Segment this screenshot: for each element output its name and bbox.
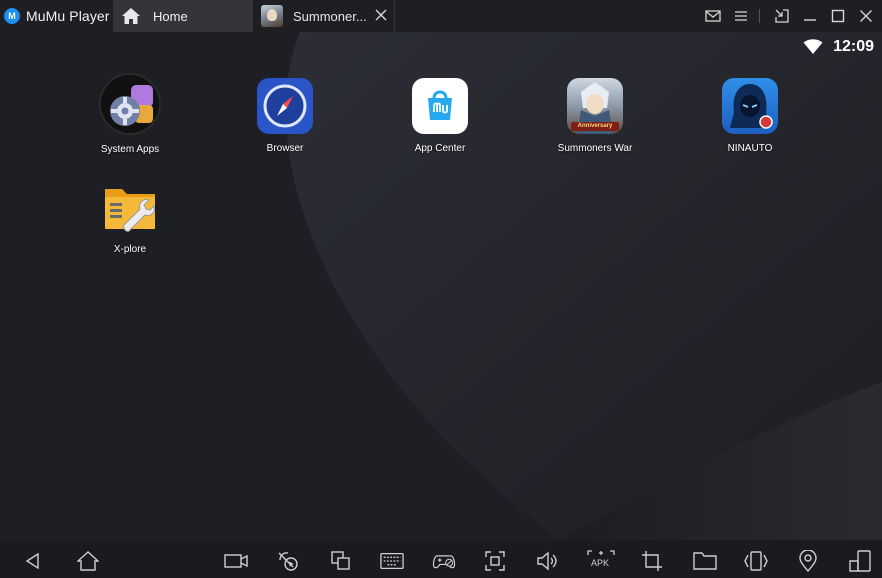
rotate-icon[interactable]	[848, 549, 872, 573]
wifi-icon	[803, 39, 823, 55]
maximize-icon[interactable]	[826, 0, 850, 32]
mini-mode-icon[interactable]	[770, 0, 794, 32]
folder-wrench-icon	[102, 179, 158, 235]
tab-home-label: Home	[153, 8, 188, 24]
tab-home[interactable]: Home	[113, 0, 253, 32]
app-brand: M MuMu Player	[0, 0, 113, 32]
app-label: X-plore	[113, 244, 147, 255]
close-window-icon[interactable]	[854, 0, 878, 32]
status-clock: 12:09	[833, 38, 874, 55]
record-video-icon[interactable]	[224, 549, 248, 573]
location-icon[interactable]	[796, 549, 820, 573]
app-label: App Center	[414, 143, 466, 154]
app-label: Summoners War	[557, 143, 633, 154]
gamepad-icon[interactable]	[432, 549, 456, 573]
fullscreen-icon[interactable]	[483, 549, 507, 573]
menu-icon[interactable]	[729, 0, 753, 32]
anniversary-badge: Anniversary	[577, 123, 613, 129]
app-x-plore[interactable]: X-plore	[70, 179, 190, 255]
tab-summoners-war[interactable]: Summoner...	[253, 0, 395, 32]
game-portrait-icon: Anniversary	[567, 78, 623, 134]
compass-icon	[257, 78, 313, 134]
folder-icon[interactable]	[693, 549, 717, 573]
app-label: Browser	[266, 143, 304, 154]
minimize-icon[interactable]	[798, 0, 822, 32]
install-apk-icon[interactable]: APK	[587, 549, 615, 573]
app-title: MuMu Player	[26, 8, 110, 24]
window-controls-divider	[759, 9, 760, 23]
back-icon[interactable]	[21, 549, 45, 573]
settings-gear-icon	[99, 73, 161, 135]
status-bar: 12:09	[803, 38, 874, 56]
shopping-bag-icon	[412, 78, 468, 134]
crop-icon[interactable]	[640, 549, 664, 573]
summoners-war-thumbnail-icon	[261, 5, 283, 27]
home-icon[interactable]	[76, 549, 100, 573]
apk-label: APK	[591, 558, 610, 568]
shake-icon[interactable]	[744, 549, 768, 573]
window-controls	[697, 0, 882, 32]
app-browser[interactable]: Browser	[225, 78, 345, 154]
title-bar: M MuMu Player Home Summoner...	[0, 0, 882, 32]
app-summoners-war[interactable]: Anniversary Summoners War	[535, 78, 655, 154]
close-tab-icon[interactable]	[374, 8, 388, 22]
android-home-screen: 12:09 System Apps Browser App Center Ann…	[0, 32, 882, 540]
keyboard-icon[interactable]	[380, 549, 404, 573]
bottom-toolbar: APK	[0, 540, 882, 578]
app-ninauto[interactable]: NINAUTO	[690, 78, 810, 154]
app-app-center[interactable]: App Center	[380, 78, 500, 154]
macro-icon[interactable]	[276, 549, 300, 573]
hooded-figure-icon	[722, 78, 778, 134]
app-label: NINAUTO	[727, 143, 773, 154]
multi-instance-icon[interactable]	[329, 549, 353, 573]
volume-icon[interactable]	[535, 549, 559, 573]
home-icon	[121, 7, 141, 25]
tab-summoners-war-label: Summoner...	[293, 8, 367, 24]
mail-icon[interactable]	[701, 0, 725, 32]
mumu-logo-icon: M	[4, 8, 20, 24]
app-label: System Apps	[100, 144, 160, 155]
app-system-apps[interactable]: System Apps	[70, 73, 190, 155]
